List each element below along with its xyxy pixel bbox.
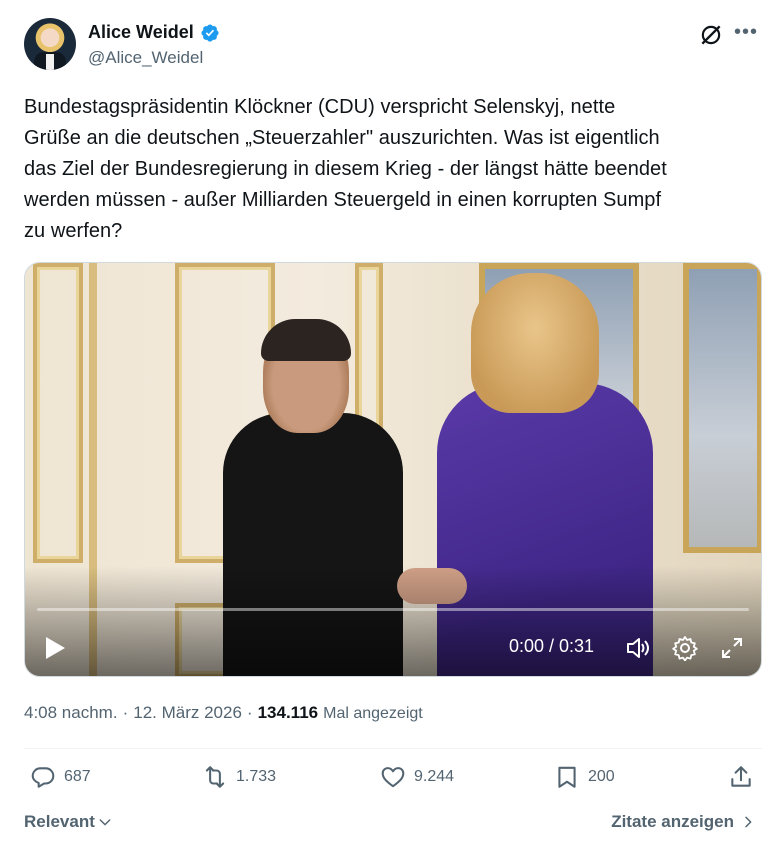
video-time: 0:00 / 0:31 bbox=[509, 636, 595, 656]
like-button[interactable]: 9.244 bbox=[380, 764, 454, 790]
share-icon bbox=[731, 766, 751, 787]
settings-icon[interactable] bbox=[672, 635, 698, 661]
grok-icon[interactable] bbox=[698, 22, 724, 48]
repost-icon bbox=[205, 766, 225, 788]
fullscreen-icon[interactable] bbox=[719, 635, 745, 661]
quotes-label: Zitate anzeigen bbox=[611, 812, 734, 831]
tweet-date[interactable]: 12. März 2026 bbox=[133, 703, 242, 723]
meta-separator: · bbox=[246, 703, 253, 722]
chevron-right-icon bbox=[745, 816, 752, 828]
tweet-text: Bundestagspräsidentin Klöckner (CDU) ver… bbox=[24, 96, 667, 242]
heart-icon bbox=[381, 767, 405, 788]
reply-icon bbox=[31, 767, 55, 788]
display-name[interactable]: Alice Weidel bbox=[88, 22, 194, 43]
meta-separator: · bbox=[122, 703, 129, 722]
divider bbox=[24, 748, 762, 749]
view-quotes-link[interactable]: Zitate anzeigen bbox=[611, 812, 756, 832]
reply-count: 687 bbox=[64, 768, 91, 785]
sort-dropdown[interactable]: Relevant bbox=[24, 812, 113, 832]
bookmark-icon bbox=[558, 766, 576, 788]
avatar[interactable] bbox=[24, 18, 76, 70]
video-player[interactable]: 0:00 / 0:31 bbox=[24, 262, 762, 677]
tweet-actions: 687 1.733 9.244 200 bbox=[24, 764, 764, 798]
reply-button[interactable]: 687 bbox=[30, 764, 91, 790]
chevron-down-icon bbox=[99, 819, 111, 826]
replies-toolbar: Relevant Zitate anzeigen bbox=[24, 812, 762, 836]
verified-badge-icon bbox=[201, 23, 219, 42]
repost-count: 1.733 bbox=[236, 768, 277, 785]
play-icon[interactable] bbox=[43, 635, 67, 661]
more-icon[interactable]: ••• bbox=[732, 20, 760, 48]
like-count: 9.244 bbox=[414, 768, 455, 785]
sort-label: Relevant bbox=[24, 812, 95, 831]
view-count: 134.116 bbox=[257, 703, 319, 722]
view-count-label: Mal angezeigt bbox=[323, 705, 423, 722]
bookmark-count: 200 bbox=[588, 768, 615, 785]
tweet-meta: 4:08 nachm. · 12. März 2026 · 134.116 Ma… bbox=[24, 703, 423, 723]
volume-icon[interactable] bbox=[625, 635, 651, 661]
tweet-time[interactable]: 4:08 nachm. bbox=[24, 703, 118, 723]
author-name-row: Alice Weidel bbox=[88, 22, 220, 43]
share-button[interactable] bbox=[728, 764, 754, 790]
tweet-header: Alice Weidel @Alice_Weidel ••• bbox=[24, 16, 764, 76]
bookmark-button[interactable]: 200 bbox=[554, 764, 615, 790]
handle[interactable]: @Alice_Weidel bbox=[88, 48, 203, 68]
repost-button[interactable]: 1.733 bbox=[202, 764, 276, 790]
video-progress-bar[interactable] bbox=[37, 608, 749, 611]
